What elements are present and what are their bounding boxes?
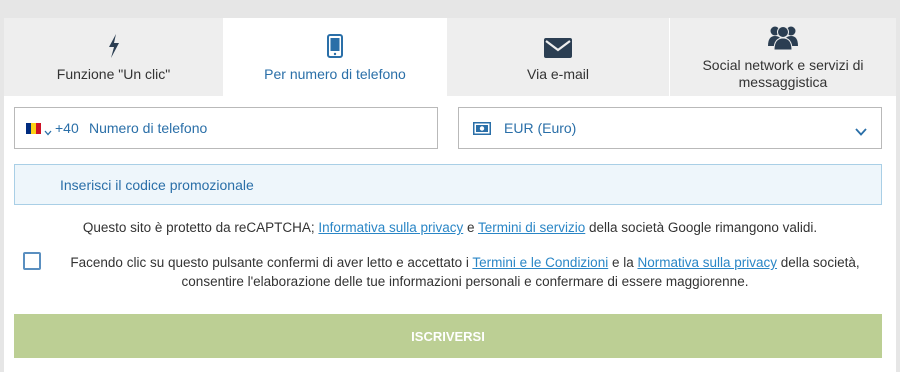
lightning-icon <box>107 34 121 58</box>
consent-text-part: Facendo clic su questo pulsante confermi… <box>70 255 473 270</box>
google-privacy-link[interactable]: Informativa sulla privacy <box>318 220 463 235</box>
tab-phone-number[interactable]: Per numero di telefono <box>224 18 447 96</box>
romania-flag-icon[interactable] <box>26 123 41 134</box>
recaptcha-notice: Questo sito è protetto da reCAPTCHA; Inf… <box>4 220 896 235</box>
tab-label: Funzione "Un clic" <box>56 66 171 82</box>
tab-email[interactable]: Via e-mail <box>447 18 670 96</box>
promo-code-input[interactable] <box>60 172 760 198</box>
captcha-text: della società Google rimangono validi. <box>585 220 818 235</box>
country-code: +40 <box>55 120 79 136</box>
currency-select[interactable]: EUR (Euro) <box>458 107 882 149</box>
consent-text-part: e la <box>608 255 638 270</box>
users-group-icon <box>768 24 798 50</box>
google-terms-link[interactable]: Termini di servizio <box>478 220 585 235</box>
phone-field: +40 <box>14 107 438 149</box>
tab-label: Via e-mail <box>527 66 589 82</box>
registration-method-tabs: Funzione "Un clic" Per numero di telefon… <box>4 18 896 96</box>
consent-text: Facendo clic su questo pulsante confermi… <box>54 253 876 291</box>
phone-number-input[interactable] <box>89 114 429 142</box>
registration-panel: Funzione "Un clic" Per numero di telefon… <box>4 18 896 372</box>
tab-label: Per numero di telefono <box>264 66 406 82</box>
envelope-icon <box>544 34 572 58</box>
captcha-text: e <box>463 220 478 235</box>
banknote-icon <box>473 122 491 140</box>
terms-conditions-link[interactable]: Termini e le Condizioni <box>472 255 608 270</box>
captcha-text: Questo sito è protetto da reCAPTCHA; <box>82 220 319 235</box>
promo-code-field <box>14 164 882 205</box>
register-button[interactable]: ISCRIVERSI <box>14 314 882 358</box>
tab-one-click[interactable]: Funzione "Un clic" <box>4 18 224 96</box>
currency-selected-value: EUR (Euro) <box>504 120 577 136</box>
consent-checkbox[interactable] <box>23 252 41 270</box>
tab-label: Social network e servizi di messaggistic… <box>702 57 864 90</box>
tab-social-networks[interactable]: Social network e servizi di messaggistic… <box>670 18 896 96</box>
chevron-down-icon[interactable] <box>855 123 867 141</box>
privacy-policy-link[interactable]: Normativa sulla privacy <box>637 255 777 270</box>
smartphone-icon <box>327 34 343 58</box>
chevron-down-icon[interactable] <box>44 123 52 141</box>
